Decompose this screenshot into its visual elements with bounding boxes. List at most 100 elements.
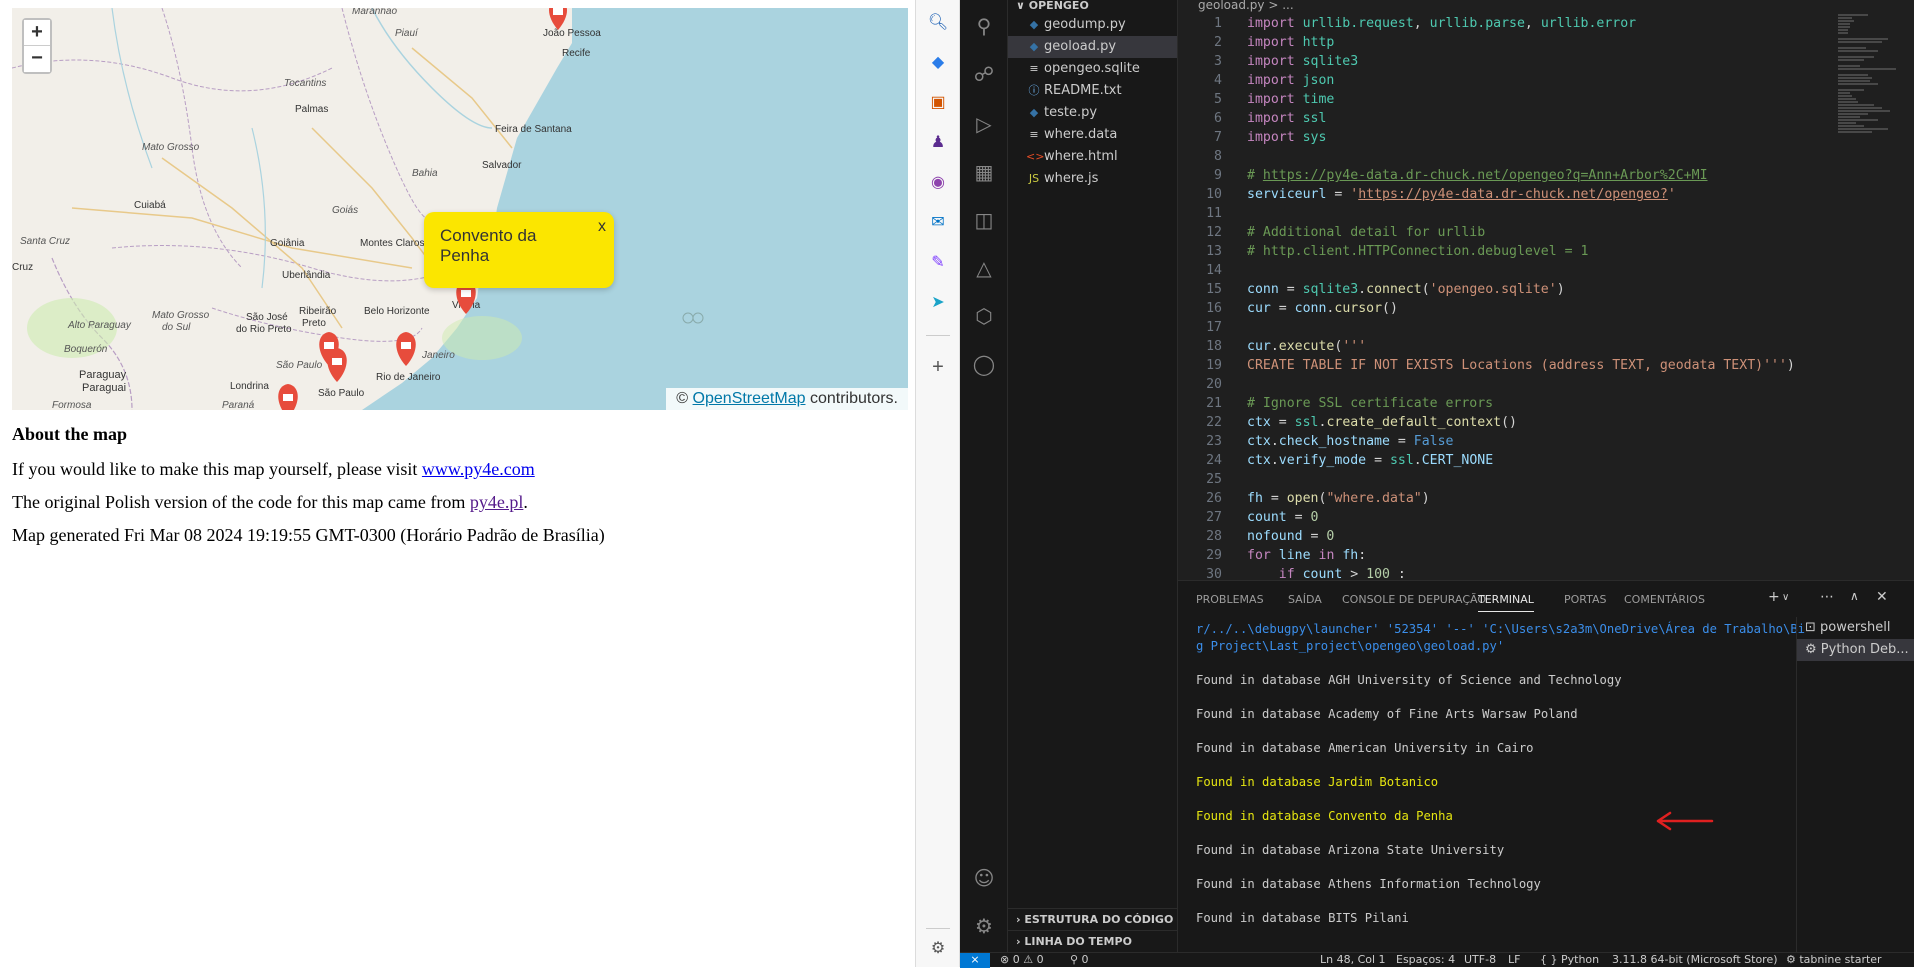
outlook-icon[interactable]: ✉ xyxy=(927,212,949,234)
marker-4[interactable] xyxy=(278,384,298,410)
zoom-out-button[interactable]: − xyxy=(24,46,50,72)
explorer-folder-header[interactable]: ∨ OPENGEO xyxy=(1008,0,1177,14)
account-icon[interactable]: ☺ xyxy=(972,866,996,890)
popup-close-button[interactable]: x xyxy=(598,218,606,236)
code-line[interactable]: 18 cur.execute(''' xyxy=(1178,337,1838,356)
zoom-in-button[interactable]: + xyxy=(24,20,50,46)
code-line[interactable]: 23 ctx.check_hostname = False xyxy=(1178,432,1838,451)
explorer-file-where-js[interactable]: JS where.js xyxy=(1008,168,1177,190)
code-lines[interactable]: 1 import urllib.request, urllib.parse, ur… xyxy=(1178,14,1838,580)
terminal-instance[interactable]: ⚙ Python Deb... xyxy=(1797,639,1914,661)
py4e-pl-link[interactable]: py4e.pl xyxy=(470,492,524,512)
code-line[interactable]: 1 import urllib.request, urllib.parse, ur… xyxy=(1178,14,1838,33)
code-line[interactable]: 7 import sys xyxy=(1178,128,1838,147)
toolbox-icon[interactable]: ▣ xyxy=(927,92,949,114)
chess-icon[interactable]: ♟ xyxy=(927,132,949,154)
code-token: = xyxy=(1278,282,1303,297)
github-icon[interactable]: ◯ xyxy=(972,352,996,376)
search-icon[interactable]: 🔍︎ xyxy=(927,12,949,34)
terminal-instance[interactable]: ⊡ powershell xyxy=(1797,617,1914,639)
py4e-com-link[interactable]: www.py4e.com xyxy=(422,459,535,479)
code-line[interactable]: 27 count = 0 xyxy=(1178,508,1838,527)
line-ending[interactable]: LF xyxy=(1508,953,1520,967)
send-icon[interactable]: ➤ xyxy=(927,292,949,314)
tabnine-icon[interactable]: ⬡ xyxy=(972,304,996,328)
language-mode[interactable]: { } Python xyxy=(1540,953,1599,967)
explorer-file-where-data[interactable]: ≡ where.data xyxy=(1008,124,1177,146)
explorer-file-readme-txt[interactable]: ⓘ README.txt xyxy=(1008,80,1177,102)
panel-tab-console-de-depura-o[interactable]: CONSOLE DE DEPURAÇÃO xyxy=(1342,593,1486,606)
code-line[interactable]: 2 import http xyxy=(1178,33,1838,52)
panel-tab-coment-rios[interactable]: COMENTÁRIOS xyxy=(1624,593,1705,606)
code-line[interactable]: 26 fh = open("where.data") xyxy=(1178,489,1838,508)
code-editor[interactable]: geoload.py > ... 1 import urllib.request,… xyxy=(1178,0,1914,580)
python-interpreter[interactable]: 3.11.8 64-bit (Microsoft Store) xyxy=(1612,953,1778,967)
code-line[interactable]: 30 if count > 100 : xyxy=(1178,565,1838,580)
more-actions-icon[interactable]: ⋯ xyxy=(1820,589,1834,605)
extensions-icon[interactable]: ▦ xyxy=(972,160,996,184)
encoding[interactable]: UTF-8 xyxy=(1464,953,1496,967)
panel-tab-portas[interactable]: PORTAS xyxy=(1564,593,1607,606)
new-terminal-icon[interactable]: + xyxy=(1768,589,1780,605)
code-line[interactable]: 22 ctx = ssl.create_default_context() xyxy=(1178,413,1838,432)
tabnine-status[interactable]: ⚙ tabnine starter xyxy=(1786,953,1882,967)
code-line[interactable]: 28 nofound = 0 xyxy=(1178,527,1838,546)
cursor-position[interactable]: Ln 48, Col 1 xyxy=(1320,953,1386,967)
source-control-icon[interactable]: ☍ xyxy=(972,62,996,86)
code-line[interactable]: 4 import json xyxy=(1178,71,1838,90)
code-line[interactable]: 16 cur = conn.cursor() xyxy=(1178,299,1838,318)
code-line[interactable]: 29 for line in fh: xyxy=(1178,546,1838,565)
code-line[interactable]: 8 xyxy=(1178,147,1838,166)
leaflet-map[interactable]: Maranhão João Pessoa Recife Piauí Tocant… xyxy=(12,8,908,410)
panel-tab-problemas[interactable]: PROBLEMAS xyxy=(1196,593,1264,606)
breadcrumb[interactable]: geoload.py > ... xyxy=(1178,0,1294,12)
panel-tab-terminal[interactable]: TERMINAL xyxy=(1478,593,1534,612)
indentation[interactable]: Espaços: 4 xyxy=(1396,953,1455,967)
code-line[interactable]: 24 ctx.verify_mode = ssl.CERT_NONE xyxy=(1178,451,1838,470)
close-panel-icon[interactable]: ✕ xyxy=(1876,589,1888,605)
search-icon[interactable]: ⚲ xyxy=(972,14,996,38)
code-line[interactable]: 5 import time xyxy=(1178,90,1838,109)
ports-count[interactable]: ⚲ 0 xyxy=(1070,953,1089,967)
copilot-icon[interactable]: ◉ xyxy=(927,172,949,194)
settings-gear-icon[interactable]: ⚙ xyxy=(927,938,949,960)
panel-tab-sa-da[interactable]: SAÍDA xyxy=(1288,593,1322,606)
designer-icon[interactable]: ✎ xyxy=(927,252,949,274)
osm-link[interactable]: OpenStreetMap xyxy=(693,390,806,407)
code-line[interactable]: 21 # Ignore SSL certificate errors xyxy=(1178,394,1838,413)
code-line[interactable]: 9 # https://py4e-data.dr-chuck.net/openge… xyxy=(1178,166,1838,185)
minimap[interactable] xyxy=(1838,14,1900,194)
code-line[interactable]: 3 import sqlite3 xyxy=(1178,52,1838,71)
run-debug-icon[interactable]: ▷ xyxy=(972,112,996,136)
remote-indicator-icon[interactable]: ⨯ xyxy=(960,953,990,968)
testing-flask-icon[interactable]: △ xyxy=(972,256,996,280)
explorer-file-opengeo-sqlite[interactable]: ≡ opengeo.sqlite xyxy=(1008,58,1177,80)
line-number: 2 xyxy=(1214,35,1222,50)
maximize-panel-icon[interactable]: ∧ xyxy=(1850,589,1859,603)
code-line[interactable]: 15 conn = sqlite3.connect('opengeo.sqlite… xyxy=(1178,280,1838,299)
code-line[interactable]: 17 xyxy=(1178,318,1838,337)
explorer-file-where-html[interactable]: <>where.html xyxy=(1008,146,1177,168)
problems-count[interactable]: ⊗ 0 ⚠ 0 xyxy=(1000,953,1044,967)
tag-icon[interactable]: ◆ xyxy=(927,52,949,74)
explorer-file-geoload-py[interactable]: ◆ geoload.py xyxy=(1008,36,1177,58)
timeline-section[interactable]: › LINHA DO TEMPO xyxy=(1008,930,1178,952)
code-line[interactable]: 10 serviceurl = 'https://py4e-data.dr-chu… xyxy=(1178,185,1838,204)
remote-explorer-icon[interactable]: ◫ xyxy=(972,208,996,232)
chevron-down-icon[interactable]: ∨ xyxy=(1782,592,1789,603)
code-line[interactable]: 11 xyxy=(1178,204,1838,223)
code-line[interactable]: 12 # Additional detail for urllib xyxy=(1178,223,1838,242)
explorer-file-teste-py[interactable]: ◆ teste.py xyxy=(1008,102,1177,124)
code-line[interactable]: 13 # http.client.HTTPConnection.debugleve… xyxy=(1178,242,1838,261)
code-line[interactable]: 20 xyxy=(1178,375,1838,394)
code-line[interactable]: 6 import ssl xyxy=(1178,109,1838,128)
label-joao-pessoa: João Pessoa xyxy=(543,28,601,39)
add-icon[interactable]: + xyxy=(927,356,949,378)
manage-gear-icon[interactable]: ⚙ xyxy=(972,914,996,938)
code-line[interactable]: 19 CREATE TABLE IF NOT EXISTS Locations (… xyxy=(1178,356,1838,375)
code-line[interactable]: 25 xyxy=(1178,470,1838,489)
explorer-file-geodump-py[interactable]: ◆ geodump.py xyxy=(1008,14,1177,36)
terminal-output[interactable]: r/../..\debugpy\launcher' '52354' '--' '… xyxy=(1178,621,1805,927)
code-line[interactable]: 14 xyxy=(1178,261,1838,280)
outline-section[interactable]: › ESTRUTURA DO CÓDIGO xyxy=(1008,908,1178,930)
